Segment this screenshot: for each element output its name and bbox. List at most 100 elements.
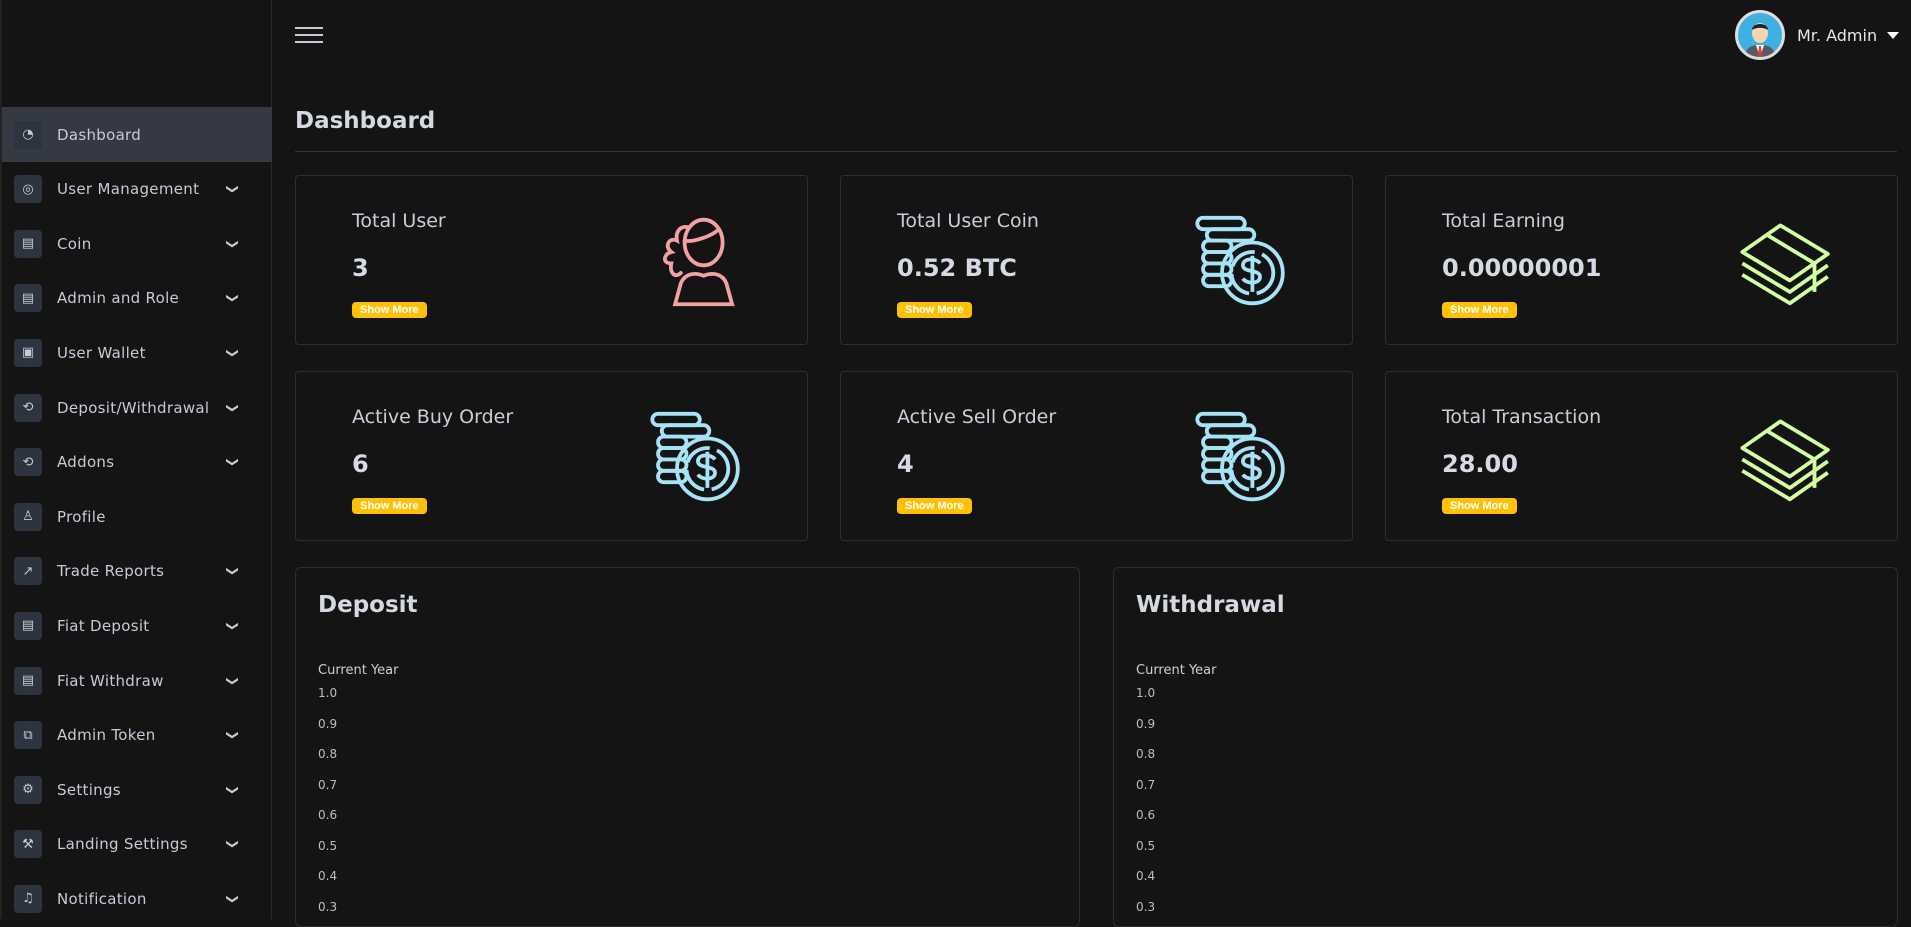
sidebar-item-admin-token[interactable]: ⧉ Admin Token ❯	[2, 708, 272, 763]
sidebar-item-label: Trade Reports	[57, 562, 165, 581]
y-tick-label: 0.7	[318, 777, 338, 792]
show-more-button[interactable]: Show More	[897, 498, 972, 514]
users-icon	[646, 214, 746, 309]
sidebar-item-label: Fiat Deposit	[57, 616, 150, 635]
sidebar-item-label: User Management	[57, 180, 200, 199]
chevron-down-icon[interactable]: ❯	[226, 675, 240, 685]
sidebar-item-label: Settings	[57, 780, 121, 799]
sidebar-item-landing-settings[interactable]: ⚒ Landing Settings ❯	[2, 817, 272, 872]
chevron-down-icon[interactable]: ❯	[226, 785, 240, 795]
sidebar-item-label: User Wallet	[57, 343, 146, 362]
y-tick-label: 0.7	[1136, 777, 1156, 792]
exchange-icon: ⟲	[14, 448, 42, 477]
sidebar-item-coin[interactable]: ▤ Coin ❯	[2, 216, 272, 271]
stat-label: Total User	[352, 210, 446, 232]
stat-label: Total User Coin	[897, 210, 1039, 232]
user-name: Mr. Admin	[1797, 25, 1878, 45]
show-more-button[interactable]: Show More	[352, 302, 427, 318]
gear-icon: ⚙	[14, 775, 42, 804]
show-more-button[interactable]: Show More	[352, 498, 427, 514]
y-tick-label: 0.3	[318, 899, 338, 914]
sidebar-item-label: Profile	[57, 507, 106, 526]
sidebar-item-label: Dashboard	[57, 125, 142, 144]
sidebar-item-settings[interactable]: ⚙ Settings ❯	[2, 762, 272, 817]
chevron-down-icon[interactable]: ❯	[226, 293, 240, 303]
coin-icon: ▤	[14, 284, 42, 313]
sidebar-item-label: Admin Token	[57, 726, 156, 745]
coins-icon	[1191, 214, 1291, 309]
sidebar-item-fiat-withdraw[interactable]: ▤ Fiat Withdraw ❯	[2, 653, 272, 708]
chevron-down-icon[interactable]: ❯	[226, 402, 240, 412]
hammer-icon: ⚒	[14, 830, 42, 859]
stat-label: Total Transaction	[1442, 406, 1602, 428]
exchange-icon: ⟲	[14, 393, 42, 422]
sidebar-item-addons[interactable]: ⟲ Addons ❯	[2, 435, 272, 490]
coin-icon: ▤	[14, 666, 42, 695]
sidebar-item-label: Landing Settings	[57, 835, 188, 854]
sidebar-item-user-wallet[interactable]: ▣ User Wallet ❯	[2, 325, 272, 380]
sidebar-item-label: Coin	[57, 234, 92, 253]
show-more-button[interactable]: Show More	[897, 302, 972, 318]
money-stack-icon	[1736, 410, 1836, 505]
y-tick-label: 0.6	[318, 808, 338, 822]
y-tick-label: 1.0	[318, 686, 338, 700]
y-tick-label: 1.0	[1136, 686, 1156, 700]
y-tick-label: 0.5	[1136, 838, 1156, 853]
stat-value: 28.00	[1442, 450, 1518, 478]
stat-card: Active Buy Order 6 Show More	[295, 371, 808, 541]
sidebar-item-label: Fiat Withdraw	[57, 671, 164, 690]
sidebar-item-notification[interactable]: ♫ Notification ❯	[2, 871, 272, 926]
chevron-down-icon[interactable]: ❯	[226, 457, 240, 467]
y-tick-label: 0.8	[318, 747, 338, 761]
user-icon: ♙	[14, 502, 42, 531]
stat-card: Total User Coin 0.52 BTC Show More	[840, 175, 1353, 345]
chart-title: Withdrawal	[1136, 592, 1285, 618]
sidebar-item-deposit-withdrawal[interactable]: ⟲ Deposit/Withdrawal ❯	[2, 380, 272, 435]
y-tick-label: 0.3	[1136, 899, 1156, 914]
coins-icon	[1191, 410, 1291, 505]
money-stack-icon	[1736, 214, 1836, 309]
sidebar-item-admin-and-role[interactable]: ▤ Admin and Role ❯	[2, 271, 272, 326]
y-tick-label: 0.8	[1136, 747, 1156, 761]
stat-card: Total Transaction 28.00 Show More	[1385, 371, 1898, 541]
sidebar-item-dashboard[interactable]: ◔ Dashboard	[2, 107, 272, 162]
stat-label: Total Earning	[1442, 210, 1565, 232]
page-title: Dashboard	[295, 108, 436, 134]
stat-value: 6	[352, 450, 369, 478]
sidebar-item-label: Notification	[57, 889, 147, 908]
sidebar-item-profile[interactable]: ♙ Profile	[2, 489, 272, 544]
user-menu[interactable]: Mr. Admin	[1735, 10, 1900, 60]
chevron-down-icon[interactable]: ❯	[226, 566, 240, 576]
show-more-button[interactable]: Show More	[1442, 302, 1517, 318]
y-tick-label: 0.9	[318, 716, 338, 731]
menu-toggle-icon[interactable]	[295, 22, 323, 46]
chevron-down-icon[interactable]: ❯	[226, 348, 240, 358]
sidebar-item-label: Deposit/Withdrawal	[57, 398, 210, 417]
chevron-down-icon[interactable]: ❯	[226, 239, 240, 249]
chevron-down-icon[interactable]: ❯	[226, 184, 240, 194]
chevron-down-icon[interactable]: ❯	[226, 839, 240, 849]
sidebar-item-fiat-deposit[interactable]: ▤ Fiat Deposit ❯	[2, 598, 272, 653]
caret-down-icon	[1887, 31, 1900, 39]
coin-icon: ▤	[14, 229, 42, 258]
stat-label: Active Sell Order	[897, 406, 1057, 428]
sidebar-item-label: Addons	[57, 453, 115, 472]
stat-card: Active Sell Order 4 Show More	[840, 371, 1353, 541]
y-tick-label: 0.5	[318, 838, 338, 853]
sidebar-item-trade-reports[interactable]: ↗ Trade Reports ❯	[2, 544, 272, 599]
chevron-down-icon[interactable]: ❯	[226, 621, 240, 631]
coins-icon	[646, 410, 746, 505]
y-tick-label: 0.4	[1136, 869, 1156, 883]
token-icon: ⧉	[14, 721, 42, 750]
show-more-button[interactable]: Show More	[1442, 498, 1517, 514]
stat-value: 4	[897, 450, 914, 478]
stat-label: Active Buy Order	[352, 406, 514, 428]
sidebar: ◔ Dashboard ◎ User Management ❯ ▤ Coin ❯ ▤ Admin …	[0, 0, 272, 919]
wallet-icon: ▣	[14, 338, 42, 367]
legend-label: Current Year	[318, 663, 399, 678]
chevron-down-icon[interactable]: ❯	[226, 894, 240, 904]
user-circle-icon: ◎	[14, 175, 42, 204]
chevron-down-icon[interactable]: ❯	[226, 730, 240, 740]
speedometer-icon: ◔	[14, 120, 42, 149]
sidebar-item-user-management[interactable]: ◎ User Management ❯	[2, 162, 272, 217]
